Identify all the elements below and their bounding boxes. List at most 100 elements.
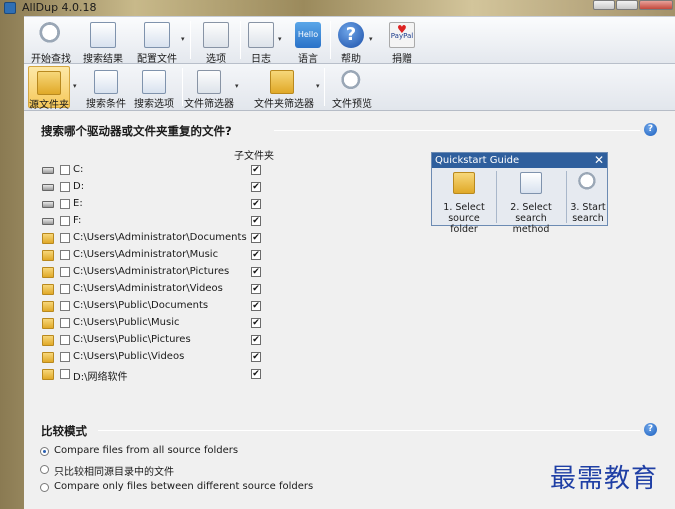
drive-icon: [42, 201, 54, 208]
toolbar-label: 开始查找: [31, 54, 71, 65]
paypal-donate-icon: ♥ PayPal: [389, 22, 415, 48]
toolbar-donate[interactable]: ♥ PayPal 捐赠: [386, 19, 418, 65]
magnifier-icon: [577, 172, 599, 194]
quickstart-step-label: 1. Select source folder: [443, 202, 485, 235]
radio-button[interactable]: [40, 465, 49, 474]
folder-checkbox[interactable]: [60, 267, 70, 277]
folder-checkbox[interactable]: [60, 233, 70, 243]
folder-path: F:: [73, 215, 82, 226]
magnifier-icon: [38, 22, 64, 48]
subfolder-checkbox[interactable]: ✔: [251, 335, 261, 345]
folder-filter-dropdown-arrow-icon[interactable]: ▾: [316, 82, 324, 90]
tab-search-criteria[interactable]: 搜索条件: [86, 66, 126, 110]
quickstart-step-start-search[interactable]: 3. Start search: [568, 170, 608, 225]
main-toolbar: 开始查找 搜索结果 配置文件 ▾ 选项 日志 ▾ Hello 语言 ? 帮助 ▾…: [24, 16, 675, 65]
drive-icon: [42, 218, 54, 225]
folder-checkbox[interactable]: [60, 216, 70, 226]
results-icon: [90, 22, 116, 48]
section-toolbar: 源文件夹 ▾ 搜索条件 搜索选项 文件筛选器 ▾ 文件夹筛选器 ▾ 文件预览: [24, 64, 675, 111]
search-method-icon: [520, 172, 542, 194]
quickstart-step-source-folder[interactable]: 1. Select source folder: [433, 170, 495, 235]
toolbar-log[interactable]: 日志: [244, 19, 278, 65]
toolbar-start-search[interactable]: 开始查找: [28, 19, 74, 65]
title-bar: AllDup 4.0.18: [0, 0, 675, 16]
folder-checkbox[interactable]: [60, 301, 70, 311]
toolbar-label: 帮助: [341, 54, 361, 65]
subfolder-checkbox[interactable]: ✔: [251, 369, 261, 379]
subfolder-checkbox[interactable]: ✔: [251, 165, 261, 175]
toolbar-language[interactable]: Hello 语言: [290, 19, 326, 65]
source-folder-dropdown-arrow-icon[interactable]: ▾: [73, 82, 81, 90]
tab-file-filter[interactable]: 文件筛选器: [184, 66, 234, 110]
subfolder-checkbox[interactable]: ✔: [251, 318, 261, 328]
drive-icon: [42, 184, 54, 191]
folder-checkbox[interactable]: [60, 335, 70, 345]
alldup-window: AllDup 4.0.18 开始查找 搜索结果 配置文件 ▾ 选项 日志 ▾ H…: [0, 0, 675, 509]
pictures-folder-icon: [42, 267, 54, 278]
folder-checkbox[interactable]: [60, 352, 70, 362]
folder-path: C:\Users\Public\Music: [73, 317, 180, 328]
tab-label: 文件预览: [332, 99, 372, 110]
folder-checkbox[interactable]: [60, 369, 70, 379]
quickstart-step-label: 2. Select search method: [510, 202, 552, 235]
subfolder-checkbox[interactable]: ✔: [251, 199, 261, 209]
system-drive-icon: [42, 167, 54, 174]
toolbar-label: 捐赠: [392, 54, 412, 65]
tab-folder-filter[interactable]: 文件夹筛选器: [254, 66, 314, 110]
folder-checkbox[interactable]: [60, 165, 70, 175]
tab-label: 源文件夹: [29, 100, 69, 111]
minimize-button[interactable]: [593, 0, 615, 10]
file-filter-dropdown-arrow-icon[interactable]: ▾: [235, 82, 243, 90]
subfolder-checkbox[interactable]: ✔: [251, 233, 261, 243]
folder-path: D:\网络软件: [73, 372, 128, 383]
toolbar-label: 日志: [251, 54, 271, 65]
compare-heading: 比较模式: [41, 424, 87, 438]
subfolder-checkbox[interactable]: ✔: [251, 284, 261, 294]
radio-label: Compare files from all source folders: [54, 445, 239, 456]
profile-dropdown-arrow-icon[interactable]: ▾: [181, 35, 189, 43]
source-heading: 搜索哪个驱动器或文件夹重复的文件?: [41, 124, 232, 138]
tab-search-options[interactable]: 搜索选项: [134, 66, 174, 110]
folder-checkbox[interactable]: [60, 284, 70, 294]
log-dropdown-arrow-icon[interactable]: ▾: [278, 35, 286, 43]
hello-language-icon: Hello: [295, 22, 321, 48]
folder-checkbox[interactable]: [60, 250, 70, 260]
quickstart-step-label: 3. Start search: [570, 202, 606, 224]
folder-checkbox[interactable]: [60, 318, 70, 328]
heart-icon: ♥: [397, 23, 407, 36]
quickstart-step-search-method[interactable]: 2. Select search method: [498, 170, 564, 235]
subfolder-checkbox[interactable]: ✔: [251, 250, 261, 260]
source-help-icon[interactable]: ?: [644, 123, 657, 136]
maximize-button[interactable]: [616, 0, 638, 10]
tab-source-folders[interactable]: 源文件夹: [28, 66, 70, 111]
folder-checkbox[interactable]: [60, 199, 70, 209]
quickstart-separator: [496, 171, 497, 223]
toolbar-help[interactable]: ? 帮助: [334, 19, 368, 65]
close-window-button[interactable]: [639, 0, 673, 10]
subfolder-checkbox[interactable]: ✔: [251, 182, 261, 192]
watermark: 最需教育: [550, 464, 659, 494]
toolbar-profile[interactable]: 配置文件: [134, 19, 180, 65]
folder-path: D:: [73, 181, 85, 192]
subfolder-checkbox[interactable]: ✔: [251, 301, 261, 311]
toolbar-search-results[interactable]: 搜索结果: [80, 19, 126, 65]
subfolder-checkbox[interactable]: ✔: [251, 267, 261, 277]
tab-file-preview[interactable]: 文件预览: [332, 66, 372, 110]
file-filter-icon: [197, 70, 221, 94]
close-icon[interactable]: ✕: [594, 153, 604, 168]
folder-checkbox[interactable]: [60, 182, 70, 192]
radio-label: Compare only files between different sou…: [54, 481, 314, 492]
radio-button[interactable]: [40, 447, 49, 456]
subfolder-checkbox[interactable]: ✔: [251, 216, 261, 226]
content-panel: 搜索哪个驱动器或文件夹重复的文件? ? 子文件夹 C: ✔ D: ✔ E: ✔ F: ✔ C:\…: [24, 111, 675, 509]
folder-path: C:\Users\Administrator\Documents: [73, 232, 247, 243]
folder-path: C:\Users\Public\Documents: [73, 300, 209, 311]
radio-button[interactable]: [40, 483, 49, 492]
documents-folder-icon: [42, 233, 54, 244]
subfolder-checkbox[interactable]: ✔: [251, 352, 261, 362]
toolbar-options[interactable]: 选项: [196, 19, 236, 65]
compare-help-icon[interactable]: ?: [644, 423, 657, 436]
folder-icon: [42, 318, 54, 329]
help-dropdown-arrow-icon[interactable]: ▾: [369, 35, 377, 43]
options-icon: [203, 22, 229, 48]
